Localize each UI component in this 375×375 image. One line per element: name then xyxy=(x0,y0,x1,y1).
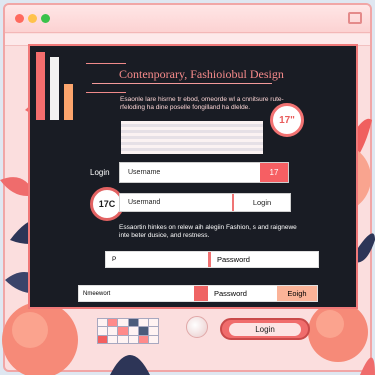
grid-cell[interactable] xyxy=(118,327,128,335)
page-title: Contenporary, Fashioiobul Design xyxy=(119,67,284,81)
username-value: 17 xyxy=(260,163,288,182)
grid-cell[interactable] xyxy=(98,327,108,335)
grid-cell[interactable] xyxy=(118,335,128,343)
grid-cell[interactable] xyxy=(128,335,138,343)
color-grid[interactable] xyxy=(97,318,159,344)
username-field[interactable]: Username 17 xyxy=(119,162,289,183)
password-row-2[interactable]: Nmeewort Password Eoigh xyxy=(78,285,318,302)
badge-17: 17" xyxy=(270,103,304,137)
grid-cell[interactable] xyxy=(118,319,128,327)
form-note: Essaortin hinkes on relew aih alegiin Fa… xyxy=(119,224,297,239)
grid-cell[interactable] xyxy=(98,335,108,343)
username-label: Username xyxy=(128,169,161,176)
password-row[interactable]: P Password xyxy=(105,251,319,268)
password2-left-label: Nmeewort xyxy=(83,290,111,297)
usermand-field[interactable]: Usermand Login xyxy=(119,193,291,212)
password-left-input[interactable]: P xyxy=(106,252,211,267)
password2-action-button[interactable]: Eoigh xyxy=(277,286,317,301)
grid-cell[interactable] xyxy=(128,319,138,327)
password2-divider xyxy=(194,286,208,301)
grid-cell[interactable] xyxy=(148,319,158,327)
peach-decoration-right xyxy=(308,302,368,362)
grid-cell[interactable] xyxy=(148,335,158,343)
login-button-label: Login xyxy=(229,322,301,336)
grid-cell[interactable] xyxy=(138,335,148,343)
grid-cell[interactable] xyxy=(138,319,148,327)
striped-banner xyxy=(121,121,263,154)
grid-cell[interactable] xyxy=(108,327,118,335)
title-underline xyxy=(92,83,272,84)
decor-bar xyxy=(64,84,73,120)
bar-decoration xyxy=(36,52,82,120)
grid-cell[interactable] xyxy=(148,327,158,335)
peach-decoration-left xyxy=(2,302,78,375)
password2-label: Password xyxy=(214,289,247,298)
inline-login-button[interactable]: Login xyxy=(232,194,290,211)
login-label: Login xyxy=(90,168,110,177)
grid-cell[interactable] xyxy=(128,327,138,335)
grid-cell[interactable] xyxy=(98,319,108,327)
password-label: Password xyxy=(217,255,250,264)
decor-bar xyxy=(50,57,59,120)
usermand-label: Usermand xyxy=(128,199,161,206)
round-knob-button[interactable] xyxy=(186,316,208,338)
grid-cell[interactable] xyxy=(108,319,118,327)
grid-cell[interactable] xyxy=(108,335,118,343)
decor-bar xyxy=(36,52,45,120)
grid-cell[interactable] xyxy=(138,327,148,335)
login-button[interactable]: Login xyxy=(220,318,310,340)
